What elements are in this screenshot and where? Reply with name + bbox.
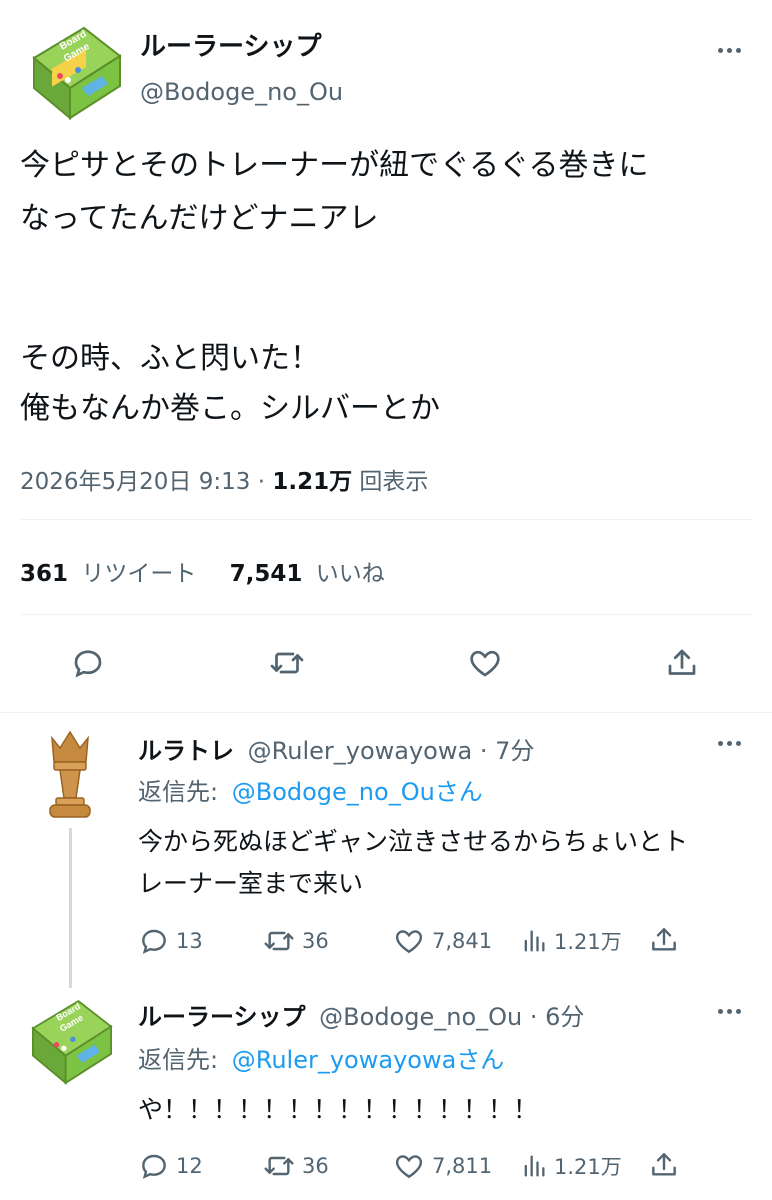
engagement-counts: 361 リツイート 7,541 いいね	[20, 554, 385, 588]
reply-to-label: 返信先:	[138, 1046, 219, 1074]
share-icon[interactable]	[648, 1149, 680, 1181]
more-options-icon[interactable]	[718, 741, 741, 746]
reply-text-line-1: 今から死ぬほどギャン泣きさせるからちょいとト	[138, 827, 689, 856]
handle[interactable]: @Ruler_yowayowa	[248, 737, 473, 765]
time-separator: ·	[479, 737, 496, 765]
views-icon	[524, 1155, 545, 1177]
thread-line	[69, 828, 72, 988]
more-options-icon[interactable]	[718, 1009, 741, 1014]
reply-to-suffix[interactable]: さん	[435, 778, 483, 806]
display-name[interactable]: ルーラーシップ	[140, 26, 321, 63]
view-label: 回表示	[359, 469, 429, 495]
retweet-icon[interactable]	[268, 645, 306, 681]
handle[interactable]: @Bodoge_no_Ou	[319, 1003, 522, 1031]
like-count[interactable]: 7,541	[230, 561, 303, 587]
retweet-count: 36	[302, 1154, 329, 1178]
retweet-count[interactable]: 361	[20, 561, 68, 587]
retweet-action[interactable]: 36	[262, 925, 329, 957]
tweet-text-line-1: 今ピサとそのトレーナーが紐でぐるぐる巻きに	[20, 148, 649, 183]
display-name[interactable]: ルラトレ	[138, 737, 234, 765]
section-divider	[0, 712, 772, 713]
reply-header: ルーラーシップ @Bodoge_no_Ou · 6分	[138, 997, 584, 1032]
tweet-text-line-2: なってたんだけどナニアレ	[20, 201, 379, 236]
reply-to: 返信先: @Bodoge_no_Ouさん	[138, 772, 483, 807]
chess-king-piece-image	[49, 730, 91, 818]
views-action[interactable]: 1.21万	[520, 925, 622, 957]
board-game-box-image: Board Game	[31, 999, 113, 1085]
view-count: 1.21万	[272, 469, 353, 495]
reply-to: 返信先: @Ruler_yowayowaさん	[138, 1040, 504, 1075]
reply-icon	[142, 929, 166, 954]
reply-icon	[142, 1154, 166, 1179]
board-game-box-image: Board Game	[32, 26, 122, 121]
like-icon	[395, 1155, 423, 1179]
timestamp[interactable]: 7分	[495, 737, 534, 765]
retweet-icon	[264, 1156, 294, 1176]
views-icon	[524, 930, 545, 952]
reply-to-handle[interactable]: @Ruler_yowayowa	[232, 1046, 457, 1074]
retweet-count: 36	[302, 929, 329, 953]
divider	[20, 614, 752, 615]
divider	[20, 519, 752, 520]
like-action[interactable]: 7,811	[392, 1150, 492, 1182]
avatar[interactable]: Board Game	[22, 992, 122, 1092]
reply-to-suffix[interactable]: さん	[456, 1046, 504, 1074]
reply-text-line-2: レーナー室まで来い	[138, 869, 364, 898]
reply-count: 13	[176, 929, 203, 953]
reply-count: 12	[176, 1154, 203, 1178]
like-label[interactable]: いいね	[316, 561, 385, 587]
tweet-text-line-3: その時、ふと閃いた！	[20, 341, 320, 376]
reply-text-line-1: や！！！！！！！！！！！！！！！	[138, 1095, 539, 1124]
meta-separator: ·	[257, 469, 273, 495]
tweet-datetime[interactable]: 2026年5月20日 9:13	[20, 469, 250, 495]
retweet-label[interactable]: リツイート	[81, 561, 196, 587]
reply-action[interactable]: 13	[138, 925, 203, 957]
like-count: 7,841	[432, 929, 493, 953]
time-separator: ·	[529, 1003, 546, 1031]
reply-icon[interactable]	[70, 645, 106, 681]
reply-to-handle[interactable]: @Bodoge_no_Ou	[232, 778, 435, 806]
retweet-icon	[264, 931, 294, 951]
like-icon	[395, 930, 423, 954]
timestamp[interactable]: 6分	[545, 1003, 584, 1031]
avatar[interactable]: Board Game	[22, 18, 132, 128]
more-options-icon[interactable]	[718, 48, 741, 53]
view-count: 1.21万	[554, 930, 622, 954]
share-icon[interactable]	[664, 645, 700, 681]
share-icon[interactable]	[648, 924, 680, 956]
avatar[interactable]	[38, 728, 102, 828]
tweet-meta: 2026年5月20日 9:13 · 1.21万 回表示	[20, 462, 428, 496]
views-action[interactable]: 1.21万	[520, 1150, 622, 1182]
display-name[interactable]: ルーラーシップ	[138, 1003, 306, 1031]
handle[interactable]: @Bodoge_no_Ou	[140, 78, 343, 106]
like-count: 7,811	[432, 1154, 493, 1178]
reply-to-label: 返信先:	[138, 778, 219, 806]
like-icon[interactable]	[466, 645, 504, 681]
tweet-text-line-4: 俺もなんか巻こ。シルバーとか	[20, 391, 440, 426]
view-count: 1.21万	[554, 1155, 622, 1179]
retweet-action[interactable]: 36	[262, 1150, 329, 1182]
like-action[interactable]: 7,841	[392, 925, 492, 957]
reply-action[interactable]: 12	[138, 1150, 203, 1182]
reply-header: ルラトレ @Ruler_yowayowa · 7分	[138, 731, 534, 766]
